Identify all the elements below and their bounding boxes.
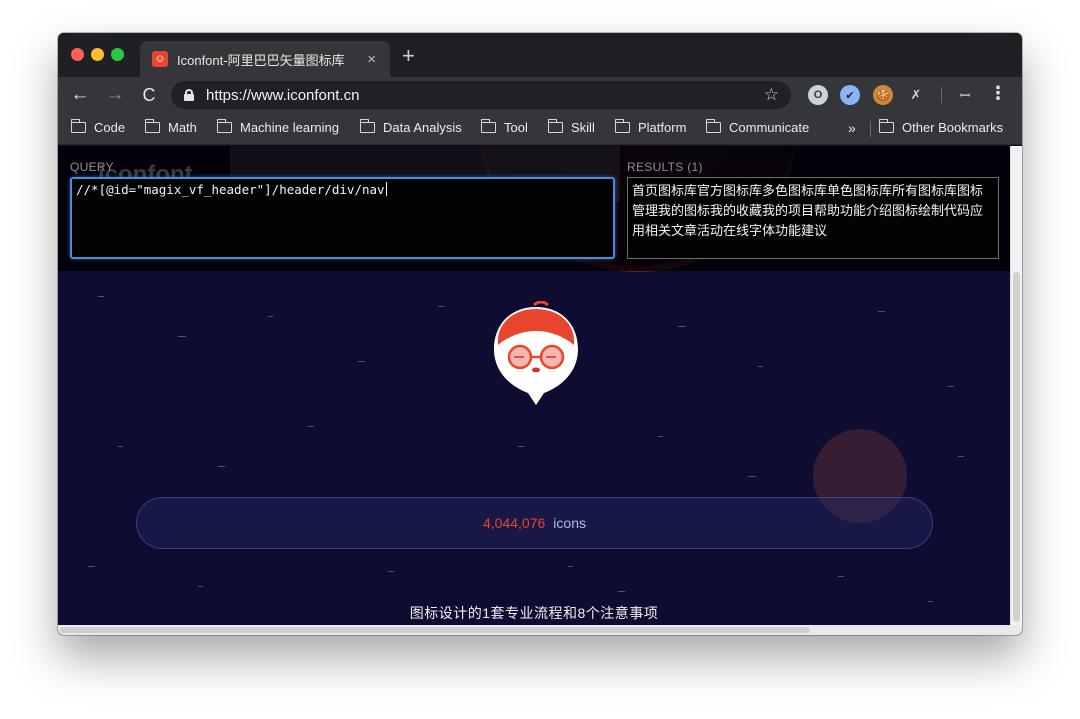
icon-count: 4,044,076 xyxy=(483,515,546,531)
bookmark-tool[interactable]: Tool xyxy=(480,119,528,135)
page-content: 4,044,076 icons 图标设计的1套专业流程和8个注意事项 iconf… xyxy=(58,146,1010,625)
browser-menu-icon[interactable]: ⋮ xyxy=(989,83,1007,104)
url-text[interactable]: https://www.iconfont.cn xyxy=(206,87,764,104)
bookmark-platform[interactable]: Platform xyxy=(614,119,687,135)
bookmark-label: Math xyxy=(168,120,197,135)
bookmark-machine-learning[interactable]: Machine learning xyxy=(216,119,340,135)
bookmark-math[interactable]: Math xyxy=(144,119,197,135)
address-bar[interactable]: https://www.iconfont.cn ☆ xyxy=(171,81,791,109)
bookmark-label: Platform xyxy=(638,120,687,135)
folder-icon xyxy=(547,119,563,133)
bookmark-label: Skill xyxy=(571,120,595,135)
toolbar-divider xyxy=(941,87,942,103)
xpath-results-output[interactable]: 首页图标库官方图标库多色图标库单色图标库所有图标库图标管理我的图标我的收藏我的项… xyxy=(627,177,999,259)
forward-button[interactable]: → xyxy=(103,83,127,107)
tab-title: Iconfont-阿里巴巴矢量图标库 xyxy=(177,52,345,68)
reload-button[interactable]: C xyxy=(137,83,161,107)
vertical-scrollbar[interactable] xyxy=(1010,146,1022,625)
tab-close-icon[interactable]: × xyxy=(367,51,376,68)
extension-xpath-icon[interactable]: ✗ xyxy=(906,85,926,105)
text-caret xyxy=(385,182,387,196)
extension-opera-icon[interactable]: O xyxy=(808,85,828,105)
bookmarks-overflow-button[interactable]: » xyxy=(848,120,856,136)
bookmark-data-analysis[interactable]: Data Analysis xyxy=(359,119,462,135)
results-label: RESULTS (1) xyxy=(627,160,703,174)
icon-count-unit: icons xyxy=(553,515,586,531)
bookmark-star-icon[interactable]: ☆ xyxy=(764,85,779,105)
iconfont-logo-icon: ☺ xyxy=(152,51,168,67)
extension-checkmark-icon[interactable]: ✔ xyxy=(840,85,860,105)
back-button[interactable]: ← xyxy=(68,83,92,107)
featured-article-link[interactable]: 图标设计的1套专业流程和8个注意事项 xyxy=(58,603,1010,623)
bookmark-label: Code xyxy=(94,120,126,135)
folder-icon xyxy=(359,119,375,133)
xpath-query-input[interactable]: //*[@id="magix_vf_header"]/header/div/na… xyxy=(70,177,615,259)
folder-icon xyxy=(614,119,630,133)
bookmark-communicate[interactable]: Communicate xyxy=(705,119,810,135)
bookmarks-divider xyxy=(870,121,871,137)
iconfont-mascot-logo xyxy=(494,301,578,405)
bookmark-label: Tool xyxy=(504,120,528,135)
query-text: //*[@id="magix_vf_header"]/header/div/na… xyxy=(76,182,385,197)
xpath-helper-panel: iconfont QUERY //*[@id="magix_vf_header"… xyxy=(58,146,1010,271)
vertical-scroll-thumb[interactable] xyxy=(1013,272,1020,622)
bookmark-code[interactable]: Code xyxy=(70,119,126,135)
browser-toolbar: ← → C https://www.iconfont.cn ☆ O ✔ 🍪 ✗ … xyxy=(58,77,1022,113)
bookmark-label: Data Analysis xyxy=(383,120,462,135)
browser-tab-iconfont[interactable]: ☺ Iconfont-阿里巴巴矢量图标库 × xyxy=(140,41,390,77)
horizontal-scrollbar[interactable] xyxy=(58,625,1022,635)
new-tab-button[interactable]: + xyxy=(402,45,415,67)
folder-icon xyxy=(216,119,232,133)
folder-icon xyxy=(144,119,160,133)
extension-incognito-icon[interactable]: ꟷ xyxy=(955,85,975,105)
lock-icon xyxy=(184,89,194,101)
window-close-button[interactable] xyxy=(71,48,84,61)
bookmark-label: Other Bookmarks xyxy=(902,120,1004,135)
query-label: QUERY xyxy=(70,160,114,174)
folder-icon xyxy=(70,119,86,133)
icon-count-bar: 4,044,076 icons xyxy=(136,497,933,549)
bookmark-skill[interactable]: Skill xyxy=(547,119,595,135)
window-maximize-button[interactable] xyxy=(111,48,124,61)
bookmark-label: Communicate xyxy=(729,120,810,135)
extension-cookie-icon[interactable]: 🍪 xyxy=(873,85,893,105)
bookmarks-bar: Code Math Machine learning Data Analysis… xyxy=(58,113,1022,145)
horizontal-scroll-thumb[interactable] xyxy=(60,627,810,633)
browser-window: ☺ Iconfont-阿里巴巴矢量图标库 × + ← → C https://w… xyxy=(58,33,1022,635)
bookmark-other[interactable]: Other Bookmarks xyxy=(878,119,1004,135)
folder-icon xyxy=(878,119,894,133)
folder-icon xyxy=(480,119,496,133)
bookmark-label: Machine learning xyxy=(240,120,340,135)
tab-bar: ☺ Iconfont-阿里巴巴矢量图标库 × + xyxy=(58,33,1022,77)
window-minimize-button[interactable] xyxy=(91,48,104,61)
folder-icon xyxy=(705,119,721,133)
